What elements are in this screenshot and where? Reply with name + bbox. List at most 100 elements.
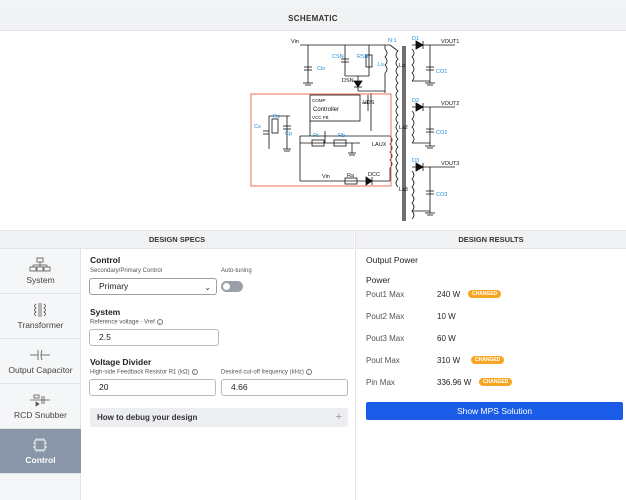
label-cs: Cs: [254, 124, 261, 130]
show-mps-solution-button[interactable]: Show MPS Solution: [366, 402, 623, 420]
r1-label: High-side Feedback Resistor R1 (kΩ): [90, 369, 190, 376]
label-ls2: Ls2: [399, 125, 408, 131]
label-vds: VDS: [363, 100, 375, 106]
label-co3: CO3: [436, 192, 447, 198]
info-icon[interactable]: i: [191, 369, 198, 375]
label-d1: D1: [412, 36, 419, 42]
system-icon: [28, 257, 52, 273]
r1-input[interactable]: 20: [89, 379, 216, 396]
info-icon[interactable]: i: [305, 369, 312, 375]
result-key: Pout2 Max: [366, 312, 405, 321]
result-key: Pin Max: [366, 378, 395, 387]
label-d2: D2: [412, 98, 419, 104]
vref-label-row: Reference voltage - Vref i: [90, 319, 163, 326]
nav-label-control: Control: [25, 455, 56, 465]
nav-item-transformer[interactable]: Transformer: [0, 294, 81, 339]
result-row-pout3: Pout3 Max 60 W: [366, 334, 621, 346]
debug-label: How to debug your design: [97, 413, 198, 422]
section-title-voltage-divider: Voltage Divider: [90, 357, 152, 367]
nav-label-rcd-snubber: RCD Snubber: [14, 410, 67, 420]
info-icon[interactable]: i: [156, 319, 163, 325]
snubber-icon: [28, 392, 52, 408]
nav-item-system[interactable]: System: [0, 249, 81, 294]
autotune-label: Auto-tuning: [221, 268, 252, 274]
section-title-system: System: [90, 307, 121, 317]
output-power-title: Output Power: [366, 255, 418, 265]
nav-label-system: System: [26, 275, 55, 285]
autotune-toggle[interactable]: [221, 281, 243, 292]
label-vcc-fb: VCC FB: [312, 115, 329, 120]
top-strip: [0, 0, 626, 7]
transformer-icon: [28, 302, 52, 318]
label-co1: CO1: [436, 69, 447, 75]
vref-label: Reference voltage - Vref: [90, 319, 155, 326]
design-results-panel: Output Power Power Pout1 Max 240 W CHANG…: [355, 249, 626, 500]
label-laux: LAUX: [372, 142, 387, 148]
result-key: Pout1 Max: [366, 290, 405, 299]
section-title-control: Control: [90, 255, 121, 265]
result-value: 310 W: [437, 356, 461, 365]
label-vin: Vin: [291, 39, 299, 45]
label-dcc: DCC: [368, 172, 380, 178]
nav-item-output-capacitor[interactable]: Output Capacitor: [0, 339, 81, 384]
design-results-header: DESIGN RESULTS: [355, 230, 626, 249]
changed-badge: CHANGED: [471, 356, 505, 364]
chip-icon: [28, 437, 52, 453]
result-value: 60 W: [437, 334, 456, 343]
label-dsn: DSN: [342, 78, 354, 84]
label-ls3: Ls3: [399, 187, 408, 193]
power-title: Power: [366, 275, 391, 285]
label-vout3: VOUT3: [441, 161, 459, 167]
freq-label-row: Desired cut-off frequency (kHz) i: [221, 369, 312, 376]
changed-badge: CHANGED: [479, 378, 513, 386]
result-row-pin-max: Pin Max 336.96 W CHANGED: [366, 378, 621, 390]
label-rb: Rb: [338, 133, 345, 139]
label-nratio: N:1: [388, 38, 397, 44]
result-value: 10 W: [437, 312, 456, 321]
label-rs: Rs: [273, 114, 280, 120]
plus-icon: +: [335, 411, 342, 423]
cutoff-frequency-input[interactable]: 4.66: [221, 379, 348, 396]
label-ls: Ls: [378, 62, 384, 68]
label-comp: COMP: [312, 98, 326, 103]
result-row-pout2: Pout2 Max 10 W: [366, 312, 621, 324]
control-form: Control Secondary/Primary Control Auto-t…: [81, 249, 355, 500]
nav-item-rcd-snubber[interactable]: RCD Snubber: [0, 384, 81, 429]
label-vout1: VOUT1: [441, 39, 459, 45]
result-key: Pout3 Max: [366, 334, 405, 343]
mode-label: Secondary/Primary Control: [90, 268, 163, 274]
changed-badge: CHANGED: [468, 290, 502, 298]
nav-label-transformer: Transformer: [17, 320, 64, 330]
result-value: 240 W: [437, 290, 461, 299]
label-controller: Controller: [313, 107, 339, 113]
debug-accordion[interactable]: How to debug your design +: [90, 408, 348, 427]
label-vin-aux: Vin: [322, 174, 330, 180]
label-cp: Cp: [285, 131, 292, 137]
label-cin: Cin: [317, 66, 325, 72]
label-ra: Ra: [347, 173, 355, 179]
vref-input[interactable]: 2.5: [89, 329, 219, 346]
freq-label: Desired cut-off frequency (kHz): [221, 369, 304, 376]
schematic-svg: Vin Cin CSN RSN Ls DSN N:1 Lp D1 VOUT1 C…: [250, 36, 459, 221]
result-key: Pout Max: [366, 356, 400, 365]
r1-label-row: High-side Feedback Resistor R1 (kΩ) i: [90, 369, 198, 376]
label-rsn: RSN: [357, 54, 369, 60]
nav-item-control[interactable]: Control: [0, 429, 81, 474]
label-csn: CSN: [332, 54, 344, 60]
label-d3: D3: [412, 158, 419, 164]
result-row-pout1: Pout1 Max 240 W CHANGED: [366, 290, 621, 302]
control-mode-select[interactable]: Primary ⌄: [89, 278, 217, 295]
control-mode-value: Primary: [99, 281, 129, 291]
result-row-pout-max: Pout Max 310 W CHANGED: [366, 356, 621, 368]
label-rt: Rt: [313, 133, 319, 139]
label-vout2: VOUT2: [441, 101, 459, 107]
capacitor-icon: [28, 347, 52, 363]
label-co2: CO2: [436, 130, 447, 136]
chevron-down-icon: ⌄: [204, 283, 211, 292]
toggle-knob: [223, 283, 230, 290]
specs-sidebar: System Transformer Output Capacitor RCD …: [0, 249, 81, 500]
schematic-header: SCHEMATIC: [0, 7, 626, 31]
label-lp: Lp: [399, 63, 405, 69]
design-specs-header: DESIGN SPECS: [0, 230, 354, 249]
result-value: 336.96 W: [437, 378, 472, 387]
